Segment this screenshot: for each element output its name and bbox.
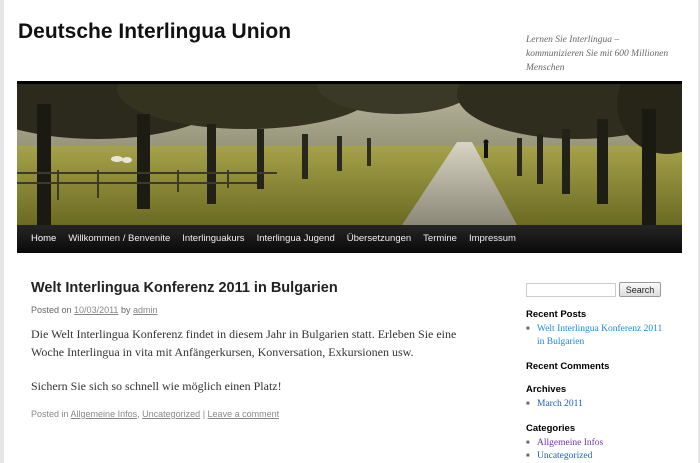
search-button[interactable]: Search — [619, 282, 661, 297]
archive-link-march-2011[interactable]: March 2011 — [526, 398, 666, 411]
category-link-uncategorized[interactable]: Uncategorized — [526, 450, 666, 463]
post-paragraph: Die Welt Interlingua Konferenz findet in… — [31, 327, 457, 359]
category-link-allgemeine-infos[interactable]: Allgemeine Infos — [526, 437, 666, 450]
nav-item-home[interactable]: Home — [25, 225, 62, 253]
nav-item-uebersetzungen[interactable]: Übersetzungen — [341, 225, 417, 253]
site-title[interactable]: Deutsche Interlingua Union — [18, 20, 291, 44]
nav-item-interlinguakurs[interactable]: Interlinguakurs — [176, 225, 250, 253]
post-content-area: Welt Interlingua Konferenz 2011 in Bulga… — [31, 280, 491, 419]
posted-on-label: Posted on — [31, 305, 72, 315]
recent-posts-widget: Recent Posts Welt Interlingua Konferenz … — [526, 309, 666, 349]
main-menu: Home Willkommen / Benvenite Interlinguak… — [17, 225, 682, 253]
site-description: Lernen Sie Interlingua – kommunizieren S… — [526, 35, 669, 73]
archives-widget: Archives March 2011 — [526, 384, 666, 411]
search-input[interactable] — [526, 282, 616, 297]
recent-post-link[interactable]: Welt Interlingua Konferenz 2011 in Bulga… — [526, 323, 666, 349]
archives-title: Archives — [526, 384, 567, 395]
nav-item-termine[interactable]: Termine — [417, 225, 463, 253]
page: Deutsche Interlingua Union Lernen Sie In… — [4, 0, 698, 463]
by-label: by — [120, 305, 131, 315]
nav-item-willkommen[interactable]: Willkommen / Benvenite — [62, 225, 176, 253]
recent-comments-widget: Recent Comments — [526, 361, 666, 372]
sidebar: Search Recent Posts Welt Interlingua Kon… — [526, 282, 666, 463]
nav-item-interlingua-jugend[interactable]: Interlingua Jugend — [251, 225, 341, 253]
recent-posts-title: Recent Posts — [526, 309, 587, 320]
category-link-uncategorized[interactable]: Uncategorized — [142, 409, 200, 419]
search-form: Search — [526, 282, 666, 297]
author-link[interactable]: admin — [133, 305, 158, 315]
post-date-link[interactable]: 10/03/2011 — [74, 305, 118, 315]
categories-widget: Categories Allgemeine Infos Uncategorize… — [526, 423, 666, 463]
post-paragraph: Sichern Sie sich so schnell wie möglich … — [31, 379, 282, 393]
header-image — [17, 84, 682, 225]
post-title[interactable]: Welt Interlingua Konferenz 2011 in Bulga… — [31, 280, 491, 296]
post-footer-meta: Posted in Allgemeine Infos, Uncategorize… — [31, 409, 491, 419]
posted-in-label: Posted in — [31, 409, 69, 419]
post-meta: Posted on 10/03/2011 by admin — [31, 305, 491, 315]
leave-comment-link[interactable]: Leave a comment — [208, 409, 280, 419]
recent-comments-title: Recent Comments — [526, 361, 610, 372]
meta-separator: | — [202, 409, 206, 419]
categories-title: Categories — [526, 423, 576, 434]
category-link-allgemeine-infos[interactable]: Allgemeine Infos — [71, 409, 138, 419]
nav-item-impressum[interactable]: Impressum — [463, 225, 522, 253]
post-body: Die Welt Interlingua Konferenz findet in… — [31, 325, 491, 395]
tree-avenue-image — [17, 84, 682, 225]
category-comma: , — [137, 409, 140, 419]
